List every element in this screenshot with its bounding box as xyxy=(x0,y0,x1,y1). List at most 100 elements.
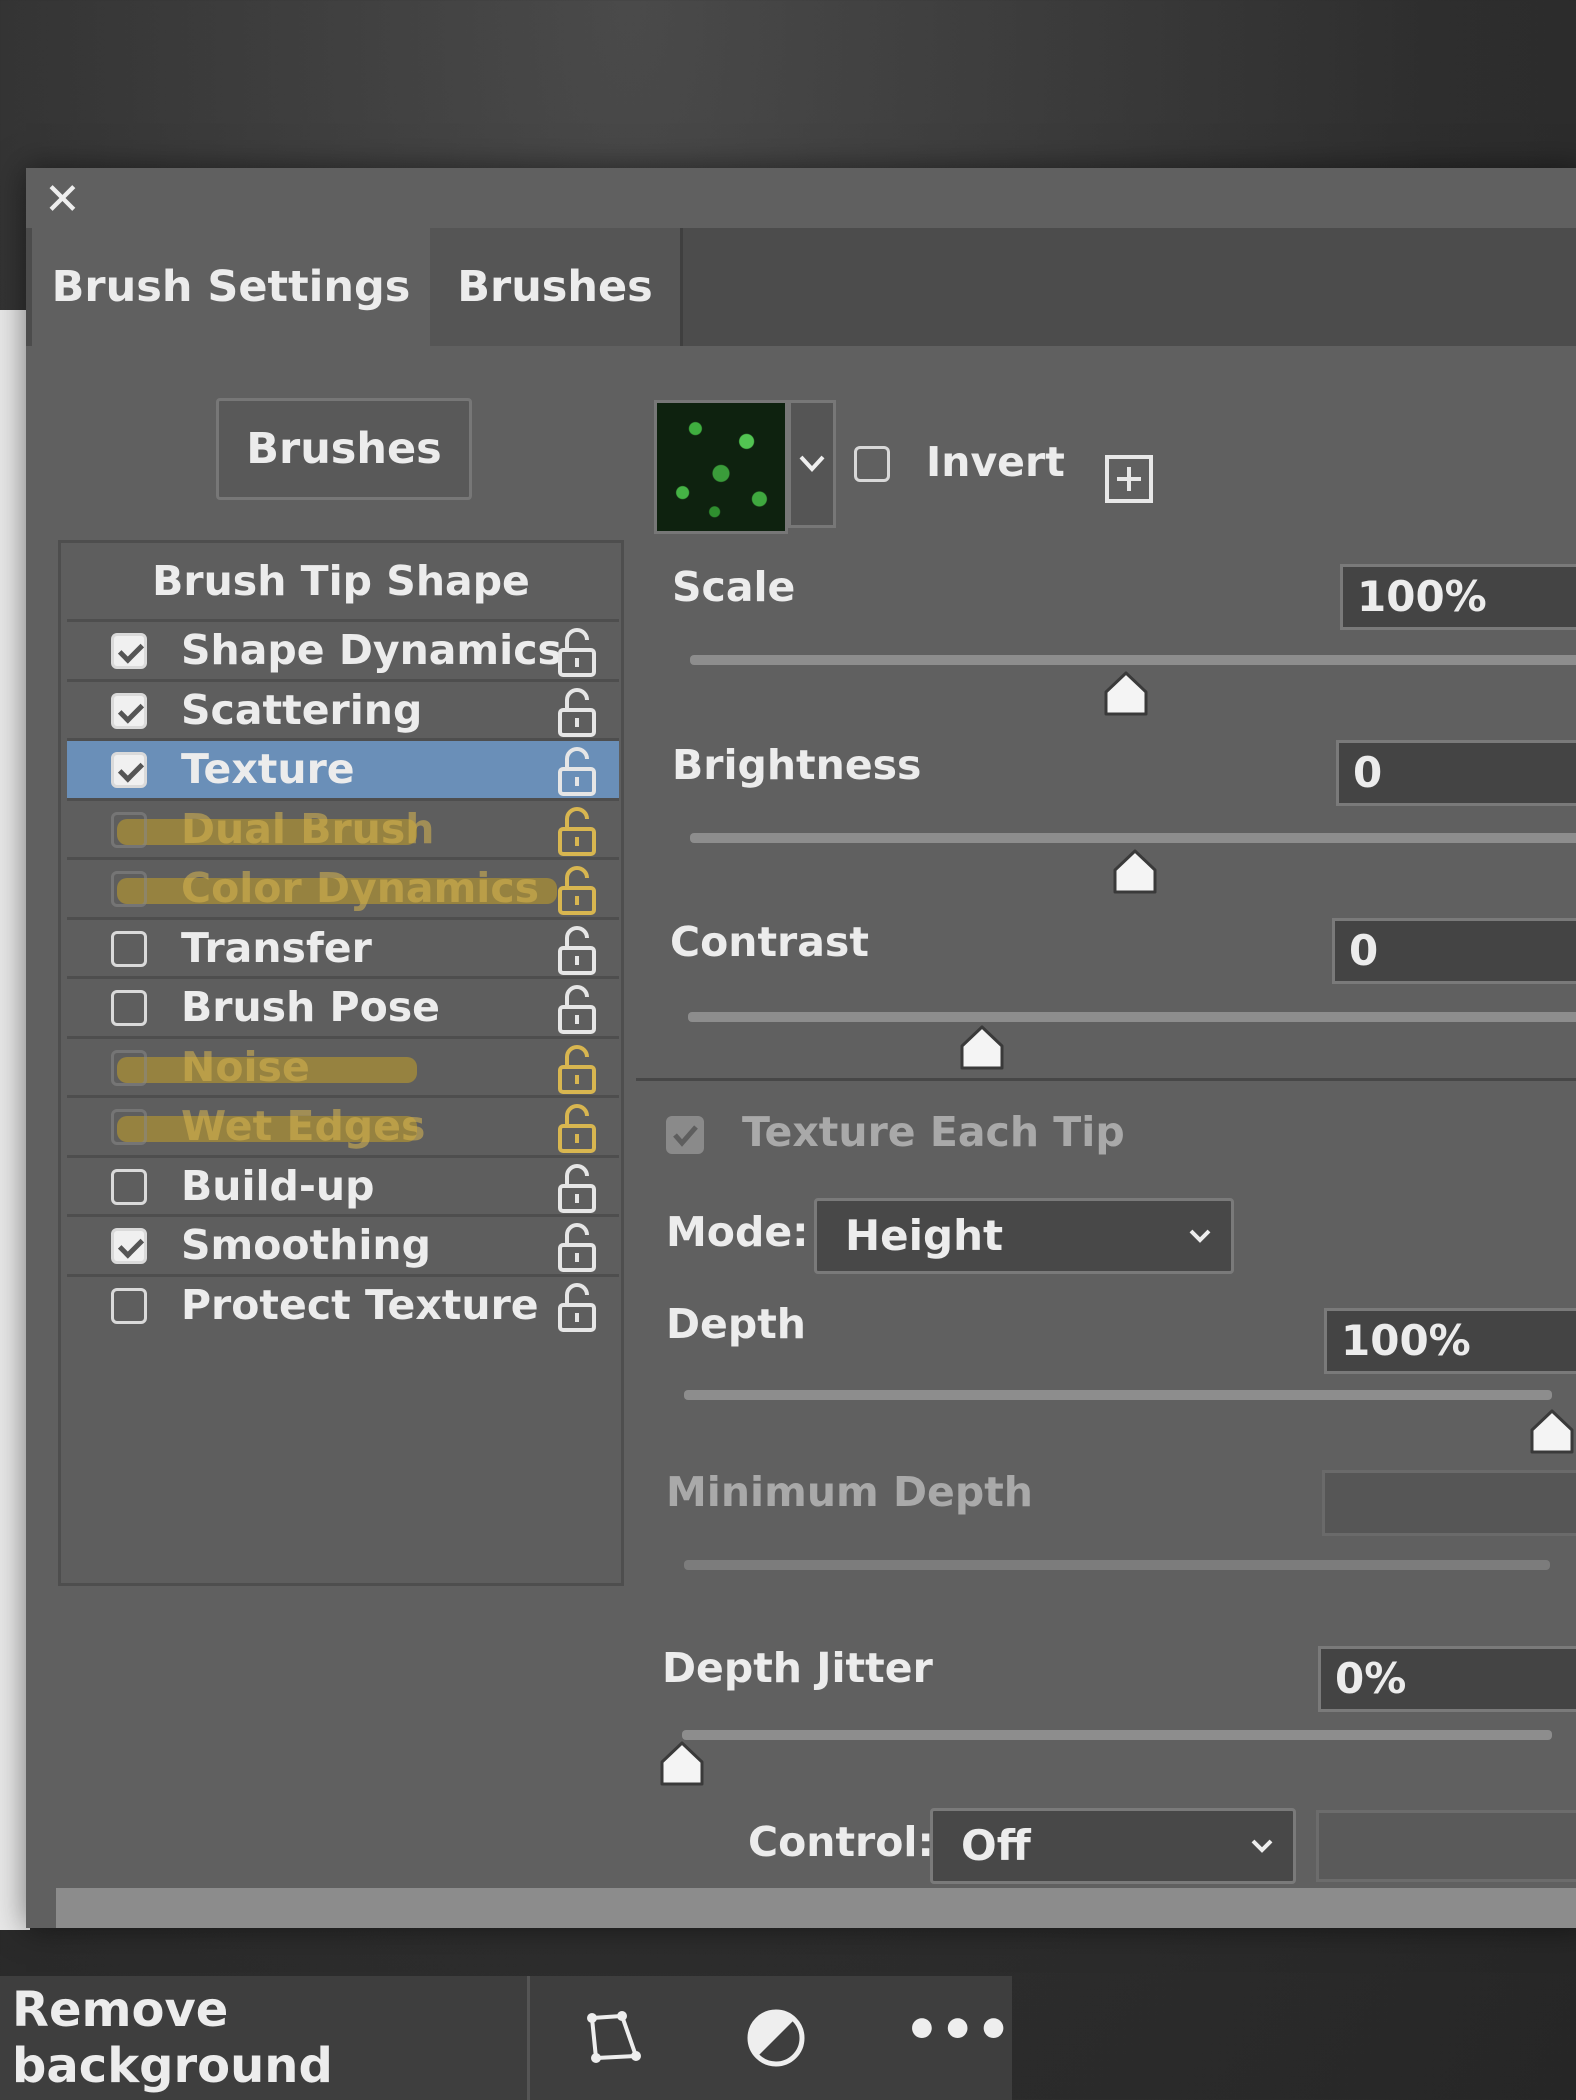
texture-pattern-swatch[interactable] xyxy=(654,400,788,534)
brightness-slider-thumb[interactable] xyxy=(1111,848,1159,896)
scale-slider-thumb[interactable] xyxy=(1102,670,1150,718)
lock-icon[interactable] xyxy=(557,626,597,678)
lock-icon[interactable] xyxy=(557,1281,597,1333)
option-checkbox[interactable] xyxy=(111,692,147,729)
option-item-smoothing[interactable]: Smoothing xyxy=(67,1214,619,1277)
control-dropdown[interactable]: Off xyxy=(930,1808,1296,1884)
control-extra-field xyxy=(1316,1810,1576,1882)
brushes-button[interactable]: Brushes xyxy=(216,398,472,500)
tab-brush-settings[interactable]: Brush Settings xyxy=(32,228,430,346)
option-item-scattering[interactable]: Scattering xyxy=(67,678,619,742)
option-checkbox[interactable] xyxy=(111,1168,147,1205)
depth-input[interactable]: 100% xyxy=(1324,1308,1576,1374)
lock-icon[interactable] xyxy=(557,1102,597,1154)
chevron-down-icon xyxy=(799,455,825,472)
depth-slider-thumb[interactable] xyxy=(1528,1408,1576,1456)
brush-settings-panel: ✕ Brush Settings Brushes Brushes Brush T… xyxy=(26,168,1576,1928)
adjustment-circle-icon[interactable] xyxy=(744,2006,808,2070)
option-item-texture[interactable]: Texture xyxy=(67,738,619,801)
scale-slider-track[interactable] xyxy=(690,655,1576,665)
new-preset-icon[interactable] xyxy=(1104,454,1154,508)
option-checkbox xyxy=(111,1049,147,1086)
option-label: Dual Brush xyxy=(181,804,435,853)
option-label: Brush Pose xyxy=(181,983,440,1031)
invert-checkbox[interactable] xyxy=(854,446,890,482)
brightness-input[interactable]: 0 xyxy=(1336,740,1576,806)
lock-icon[interactable] xyxy=(557,983,597,1035)
option-label: Shape Dynamics xyxy=(181,626,562,674)
texture-each-tip-label: Texture Each Tip xyxy=(742,1108,1125,1156)
minimum-depth-slider-track xyxy=(684,1560,1550,1570)
option-item-build-up[interactable]: Build-up xyxy=(67,1154,619,1218)
option-label: Texture xyxy=(181,745,355,793)
option-label: Transfer xyxy=(181,923,372,972)
lock-icon[interactable] xyxy=(557,1221,597,1273)
brush-tip-shape-item[interactable]: Brush Tip Shape xyxy=(61,557,621,605)
scale-label: Scale xyxy=(672,563,796,611)
chevron-down-icon xyxy=(1251,1839,1273,1853)
option-item-brush-pose[interactable]: Brush Pose xyxy=(67,976,619,1039)
option-checkbox xyxy=(111,871,147,907)
lock-icon[interactable] xyxy=(557,745,597,797)
option-checkbox[interactable] xyxy=(111,930,147,967)
transform-icon[interactable] xyxy=(582,2006,646,2070)
option-checkbox[interactable] xyxy=(111,752,147,788)
option-label: Protect Texture xyxy=(181,1280,539,1329)
option-label: Scattering xyxy=(181,685,423,734)
depth-label: Depth xyxy=(666,1300,806,1348)
section-divider xyxy=(636,1078,1576,1081)
lock-icon[interactable] xyxy=(557,805,597,857)
contextual-task-bar: Remove background ••• xyxy=(0,1976,1012,2100)
option-item-wet-edges[interactable]: Wet Edges xyxy=(67,1095,619,1158)
close-icon[interactable]: ✕ xyxy=(44,174,81,225)
depth-slider-track[interactable] xyxy=(684,1390,1552,1400)
contrast-slider-thumb[interactable] xyxy=(958,1024,1006,1072)
brightness-slider-track[interactable] xyxy=(690,833,1576,843)
tab-brushes[interactable]: Brushes xyxy=(430,228,683,346)
contrast-label: Contrast xyxy=(670,918,869,966)
pattern-picker-dropdown[interactable] xyxy=(788,400,836,528)
more-options-icon[interactable]: ••• xyxy=(904,1998,1011,2063)
option-label: Smoothing xyxy=(181,1221,431,1269)
texture-each-tip-checkbox xyxy=(666,1116,704,1154)
option-item-dual-brush[interactable]: Dual Brush xyxy=(67,797,619,861)
depth-jitter-input[interactable]: 0% xyxy=(1318,1646,1576,1712)
mode-value: Height xyxy=(845,1211,1004,1260)
option-label: Noise xyxy=(181,1042,310,1091)
minimum-depth-label: Minimum Depth xyxy=(666,1468,1033,1516)
option-item-shape-dynamics[interactable]: Shape Dynamics xyxy=(67,619,619,682)
lock-icon[interactable] xyxy=(557,924,597,976)
lock-icon[interactable] xyxy=(557,1043,597,1095)
tab-bar: Brush Settings Brushes xyxy=(26,228,1576,346)
depth-jitter-label: Depth Jitter xyxy=(662,1644,933,1692)
option-label: Wet Edges xyxy=(181,1102,426,1150)
lock-icon[interactable] xyxy=(557,686,597,738)
lock-icon[interactable] xyxy=(557,864,597,916)
option-checkbox xyxy=(111,811,147,848)
brush-options-list: Brush Tip Shape Shape Dynamics Scattering… xyxy=(58,540,624,1586)
contrast-input[interactable]: 0 xyxy=(1332,918,1576,984)
option-checkbox[interactable] xyxy=(111,990,147,1026)
contrast-slider-track[interactable] xyxy=(688,1012,1576,1022)
option-item-color-dynamics[interactable]: Color Dynamics xyxy=(67,857,619,920)
option-checkbox[interactable] xyxy=(111,1287,147,1324)
remove-background-button[interactable]: Remove background xyxy=(0,1976,530,2100)
depth-jitter-slider-track[interactable] xyxy=(682,1730,1552,1740)
option-item-protect-texture[interactable]: Protect Texture xyxy=(67,1273,619,1337)
option-label: Color Dynamics xyxy=(181,864,540,912)
control-value: Off xyxy=(961,1821,1031,1870)
depth-jitter-slider-thumb[interactable] xyxy=(658,1740,706,1788)
mode-label: Mode: xyxy=(666,1208,809,1256)
scale-input[interactable]: 100% xyxy=(1340,564,1576,630)
control-label: Control: xyxy=(748,1818,934,1866)
mode-dropdown[interactable]: Height xyxy=(814,1198,1234,1274)
option-checkbox[interactable] xyxy=(111,633,147,669)
option-item-noise[interactable]: Noise xyxy=(67,1035,619,1099)
option-checkbox xyxy=(111,1109,147,1145)
invert-label: Invert xyxy=(926,438,1065,486)
panel-footer xyxy=(56,1888,1576,1928)
lock-icon[interactable] xyxy=(557,1162,597,1214)
brightness-label: Brightness xyxy=(672,741,922,789)
option-checkbox[interactable] xyxy=(111,1228,147,1264)
option-item-transfer[interactable]: Transfer xyxy=(67,916,619,980)
